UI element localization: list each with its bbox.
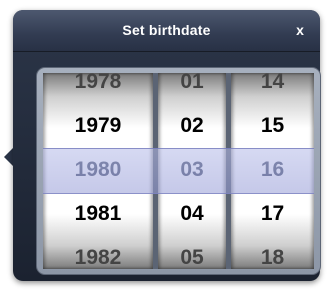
month-option[interactable]: 02: [158, 104, 226, 148]
month-option[interactable]: 04: [158, 192, 226, 236]
date-picker-wheels: 1978 1979 1980 1981 1982 01 02 03 04 05 …: [43, 73, 314, 269]
month-option[interactable]: 01: [158, 73, 226, 104]
dialog-titlebar: Set birthdate x: [13, 10, 320, 52]
day-option[interactable]: 18: [231, 236, 314, 269]
day-option[interactable]: 14: [231, 73, 314, 104]
day-wheel[interactable]: 14 15 16 17 18: [231, 73, 314, 269]
day-option[interactable]: 17: [231, 192, 314, 236]
year-option[interactable]: 1981: [43, 192, 153, 236]
month-wheel[interactable]: 01 02 03 04 05: [158, 73, 226, 269]
day-option[interactable]: 15: [231, 104, 314, 148]
year-option-selected[interactable]: 1980: [43, 148, 153, 192]
month-option[interactable]: 05: [158, 236, 226, 269]
dialog-title: Set birthdate: [122, 22, 211, 38]
year-option[interactable]: 1978: [43, 73, 153, 104]
day-option-selected[interactable]: 16: [231, 148, 314, 192]
close-button[interactable]: x: [290, 20, 310, 40]
year-option[interactable]: 1979: [43, 104, 153, 148]
date-picker: 1978 1979 1980 1981 1982 01 02 03 04 05 …: [36, 67, 321, 275]
year-option[interactable]: 1982: [43, 236, 153, 269]
year-wheel[interactable]: 1978 1979 1980 1981 1982: [43, 73, 153, 269]
month-option-selected[interactable]: 03: [158, 148, 226, 192]
birthdate-dialog: Set birthdate x 1978 1979 1980 1981 1982…: [13, 10, 321, 281]
